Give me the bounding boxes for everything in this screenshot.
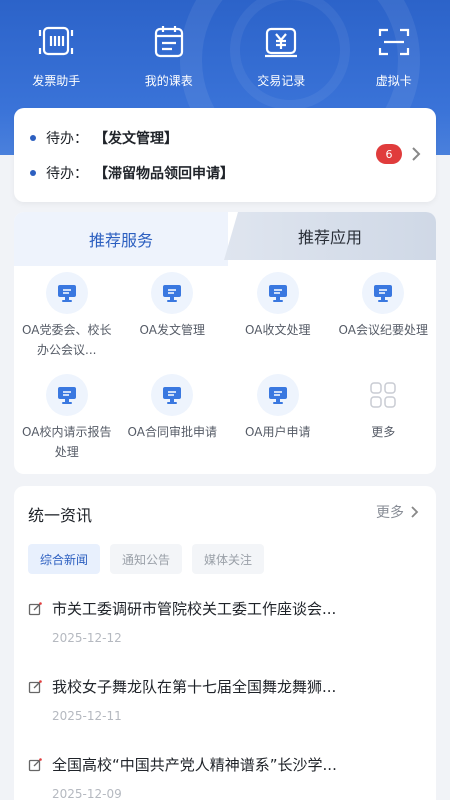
service-name: OA发文管理	[139, 323, 205, 337]
news-more-label: 更多	[376, 505, 404, 521]
services-grid: OA党委会、校长办公会议... OA发文管理 OA收文处理 OA会议纪要处理 O…	[14, 272, 436, 466]
service-name: OA校内请示报告处理	[22, 425, 112, 459]
tab-recommended-services[interactable]: 推荐服务	[14, 212, 228, 266]
todo-prefix: 待办：	[46, 131, 88, 147]
quick-transactions-button[interactable]: 交易记录	[236, 22, 326, 102]
services-card: 推荐服务 推荐应用 OA党委会、校长办公会议... OA发文管理 OA收文处理	[14, 212, 436, 474]
quick-schedule-button[interactable]: 我的课表	[124, 22, 214, 102]
service-item-more[interactable]: 更多	[331, 374, 437, 466]
todo-card[interactable]: 待办： 【发文管理】 待办： 【滞留物品领回申请】 6	[14, 108, 436, 202]
news-list-item[interactable]: 全国高校“中国共产党人精神谱系”长沙学... 2025-12-09	[28, 754, 422, 800]
todo-item[interactable]: 待办： 【发文管理】	[30, 128, 178, 148]
service-item-oa-user-request[interactable]: OA用户申请	[225, 374, 331, 466]
news-list-item[interactable]: 市关工委调研市管院校关工委工作座谈会... 2025-12-12	[28, 598, 422, 645]
news-date: 2025-12-11	[52, 709, 122, 723]
service-name: 更多	[371, 425, 396, 439]
quick-schedule-label: 我的课表	[144, 74, 193, 88]
service-name: OA会议纪要处理	[338, 323, 428, 337]
monitor-icon	[256, 374, 299, 416]
news-tab-media[interactable]: 媒体关注	[192, 544, 265, 574]
service-item-oa-dispatch[interactable]: OA发文管理	[120, 272, 226, 364]
bullet-dot	[30, 135, 36, 141]
transaction-icon	[265, 27, 298, 58]
news-card: 统一资讯 更多 综合新闻 通知公告 媒体关注 市关工委调研市管院校关工委工作座谈…	[14, 486, 436, 800]
todo-text: 【发文管理】	[94, 131, 178, 147]
news-headline: 全国高校“中国共产党人精神谱系”长沙学...	[52, 756, 337, 774]
todo-item[interactable]: 待办： 【滞留物品领回申请】	[30, 163, 234, 183]
service-name: OA合同审批申请	[127, 425, 217, 439]
todo-prefix: 待办：	[46, 166, 88, 182]
service-name: OA用户申请	[245, 425, 311, 439]
news-section-title: 统一资讯	[28, 506, 93, 525]
news-date: 2025-12-12	[52, 631, 122, 645]
scan-card-icon	[378, 28, 409, 56]
service-tabs: 推荐服务 推荐应用	[14, 212, 436, 266]
service-name: OA党委会、校长办公会议...	[22, 323, 112, 357]
quick-invoice-button[interactable]: 发票助手	[11, 22, 101, 102]
quick-virtual-card-button[interactable]: 虚拟卡	[349, 22, 439, 102]
quick-virtual-card-label: 虚拟卡	[375, 74, 412, 88]
tab-recommended-apps[interactable]: 推荐应用	[224, 212, 436, 260]
monitor-icon	[151, 272, 194, 314]
news-headline: 市关工委调研市管院校关工委工作座谈会...	[52, 600, 337, 618]
todo-count-badge: 6	[376, 144, 402, 164]
schedule-icon	[154, 26, 183, 58]
monitor-icon	[45, 374, 88, 416]
monitor-icon	[45, 272, 88, 314]
service-item-oa-contract[interactable]: OA合同审批申请	[120, 374, 226, 466]
grid-more-icon	[362, 374, 404, 416]
article-edit-icon	[28, 679, 42, 693]
service-item-oa-minutes[interactable]: OA会议纪要处理	[331, 272, 437, 364]
todo-text: 【滞留物品领回申请】	[94, 166, 234, 182]
news-tabs: 综合新闻 通知公告 媒体关注	[28, 544, 274, 574]
article-edit-icon	[28, 601, 42, 615]
invoice-icon	[39, 26, 74, 56]
quick-actions: 发票助手 我的课表 交易记录 虚拟卡	[0, 22, 450, 102]
chevron-right-icon[interactable]	[410, 145, 422, 163]
chevron-right-icon	[411, 506, 419, 518]
news-more-link[interactable]: 更多	[376, 502, 420, 522]
news-list-item[interactable]: 我校女子舞龙队在第十七届全国舞龙舞狮... 2025-12-11	[28, 676, 422, 723]
news-tab-general[interactable]: 综合新闻	[28, 544, 101, 574]
news-date: 2025-12-09	[52, 787, 122, 800]
service-name: OA收文处理	[245, 323, 311, 337]
quick-transactions-label: 交易记录	[257, 74, 306, 88]
news-tab-notices[interactable]: 通知公告	[110, 544, 183, 574]
monitor-icon	[151, 374, 194, 416]
news-headline: 我校女子舞龙队在第十七届全国舞龙舞狮...	[52, 678, 337, 696]
service-item-oa-party-meeting[interactable]: OA党委会、校长办公会议...	[14, 272, 120, 364]
quick-invoice-label: 发票助手	[32, 74, 81, 88]
monitor-icon	[362, 272, 405, 314]
monitor-icon	[256, 272, 299, 314]
article-edit-icon	[28, 757, 42, 771]
service-item-oa-receipt[interactable]: OA收文处理	[225, 272, 331, 364]
bullet-dot	[30, 170, 36, 176]
service-item-oa-request-report[interactable]: OA校内请示报告处理	[14, 374, 120, 466]
